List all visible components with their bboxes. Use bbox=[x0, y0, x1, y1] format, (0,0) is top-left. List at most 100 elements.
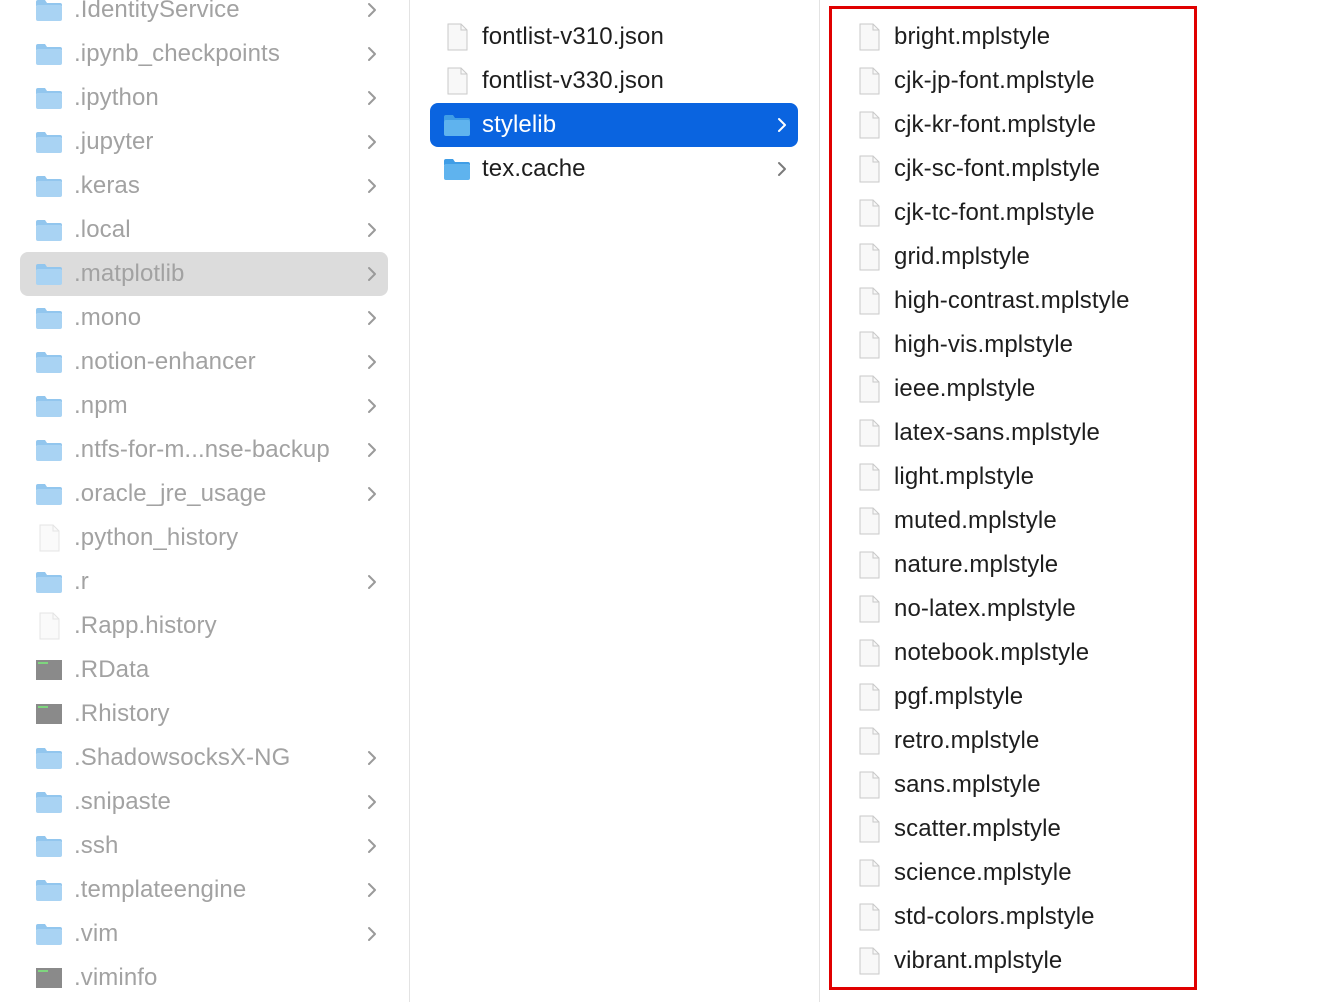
chevron-right-icon bbox=[362, 132, 382, 152]
item-label: .oracle_jre_usage bbox=[74, 480, 267, 507]
file-row[interactable]: muted.mplstyle bbox=[820, 499, 1330, 543]
folder-row[interactable]: .ntfs-for-m...nse-backup bbox=[20, 428, 388, 472]
terminal-exec-icon bbox=[34, 655, 64, 685]
file-row[interactable]: nature.mplstyle bbox=[820, 543, 1330, 587]
file-row[interactable]: std-colors.mplstyle bbox=[820, 895, 1330, 939]
chevron-right-icon bbox=[362, 396, 382, 416]
file-row[interactable]: cjk-tc-font.mplstyle bbox=[820, 191, 1330, 235]
column-matplotlib[interactable]: fontlist-v310.json fontlist-v330.json styl… bbox=[410, 0, 819, 1002]
folder-row[interactable]: .jupyter bbox=[20, 120, 388, 164]
item-label: high-vis.mplstyle bbox=[894, 331, 1074, 358]
file-row[interactable]: notebook.mplstyle bbox=[820, 631, 1330, 675]
file-row[interactable]: scatter.mplstyle bbox=[820, 807, 1330, 851]
file-row[interactable]: light.mplstyle bbox=[820, 455, 1330, 499]
folder-row[interactable]: .snipaste bbox=[20, 780, 388, 824]
document-icon bbox=[854, 154, 884, 184]
folder-row[interactable]: .notion-enhancer bbox=[20, 340, 388, 384]
item-label: high-contrast.mplstyle bbox=[894, 287, 1130, 314]
item-label: .snipaste bbox=[74, 788, 171, 815]
folder-row[interactable]: .local bbox=[20, 208, 388, 252]
document-icon bbox=[854, 66, 884, 96]
file-row[interactable]: retro.mplstyle bbox=[820, 719, 1330, 763]
chevron-right-icon bbox=[362, 176, 382, 196]
item-label: fontlist-v330.json bbox=[482, 67, 664, 94]
item-label: .ShadowsocksX-NG bbox=[74, 744, 291, 771]
item-label: .ntfs-for-m...nse-backup bbox=[74, 436, 330, 463]
file-row[interactable]: science.mplstyle bbox=[820, 851, 1330, 895]
folder-row[interactable]: .ipython bbox=[20, 76, 388, 120]
document-icon bbox=[854, 198, 884, 228]
document-icon bbox=[854, 550, 884, 580]
stylelib-file-list: bright.mplstyle cjk-jp-font.mplstyle cjk-k… bbox=[820, 15, 1330, 983]
document-icon bbox=[854, 770, 884, 800]
item-label: .notion-enhancer bbox=[74, 348, 256, 375]
file-row[interactable]: latex-sans.mplstyle bbox=[820, 411, 1330, 455]
folder-icon bbox=[34, 0, 64, 25]
file-row[interactable]: grid.mplstyle bbox=[820, 235, 1330, 279]
document-icon bbox=[854, 638, 884, 668]
item-label: fontlist-v310.json bbox=[482, 23, 664, 50]
item-label: .r bbox=[74, 568, 89, 595]
file-row[interactable]: ieee.mplstyle bbox=[820, 367, 1330, 411]
file-row[interactable]: no-latex.mplstyle bbox=[820, 587, 1330, 631]
document-icon bbox=[854, 726, 884, 756]
folder-row[interactable]: .ShadowsocksX-NG bbox=[20, 736, 388, 780]
folder-row[interactable]: .templateengine bbox=[20, 868, 388, 912]
matplotlib-file-list: fontlist-v310.json fontlist-v330.json styl… bbox=[410, 15, 819, 191]
folder-row[interactable]: .IdentityService bbox=[20, 0, 388, 32]
column-home[interactable]: .IdentityService .ipynb_checkpoints .ipyth… bbox=[0, 0, 409, 1002]
file-row[interactable]: bright.mplstyle bbox=[820, 15, 1330, 59]
chevron-right-icon bbox=[362, 748, 382, 768]
document-icon bbox=[854, 462, 884, 492]
file-row[interactable]: .Rapp.history bbox=[20, 604, 388, 648]
chevron-right-icon bbox=[362, 484, 382, 504]
item-label: .python_history bbox=[74, 524, 239, 551]
folder-icon bbox=[34, 567, 64, 597]
file-row[interactable]: cjk-sc-font.mplstyle bbox=[820, 147, 1330, 191]
file-row[interactable]: vibrant.mplstyle bbox=[820, 939, 1330, 983]
folder-row[interactable]: .ssh bbox=[20, 824, 388, 868]
column-stylelib[interactable]: bright.mplstyle cjk-jp-font.mplstyle cjk-k… bbox=[820, 0, 1330, 1002]
file-row[interactable]: pgf.mplstyle bbox=[820, 675, 1330, 719]
folder-row[interactable]: .vim bbox=[20, 912, 388, 956]
document-icon bbox=[442, 22, 472, 52]
folder-row[interactable]: .r bbox=[20, 560, 388, 604]
file-row[interactable]: sans.mplstyle bbox=[820, 763, 1330, 807]
folder-row[interactable]: .mono bbox=[20, 296, 388, 340]
file-row[interactable]: .Rhistory bbox=[20, 692, 388, 736]
folder-row[interactable]: tex.cache bbox=[430, 147, 798, 191]
folder-icon bbox=[34, 347, 64, 377]
item-label: latex-sans.mplstyle bbox=[894, 419, 1100, 446]
file-row[interactable]: fontlist-v310.json bbox=[430, 15, 798, 59]
item-label: retro.mplstyle bbox=[894, 727, 1040, 754]
file-row[interactable]: cjk-kr-font.mplstyle bbox=[820, 103, 1330, 147]
item-label: muted.mplstyle bbox=[894, 507, 1057, 534]
file-row[interactable]: .viminfo bbox=[20, 956, 388, 1000]
item-label: notebook.mplstyle bbox=[894, 639, 1090, 666]
folder-row[interactable]: .ipynb_checkpoints bbox=[20, 32, 388, 76]
folder-row[interactable]: .keras bbox=[20, 164, 388, 208]
folder-icon bbox=[34, 435, 64, 465]
file-row[interactable]: .python_history bbox=[20, 516, 388, 560]
document-icon bbox=[854, 22, 884, 52]
item-label: .jupyter bbox=[74, 128, 154, 155]
chevron-right-icon bbox=[362, 440, 382, 460]
file-row[interactable]: high-contrast.mplstyle bbox=[820, 279, 1330, 323]
folder-row[interactable]: stylelib bbox=[430, 103, 798, 147]
folder-row[interactable]: .oracle_jre_usage bbox=[20, 472, 388, 516]
folder-icon bbox=[34, 83, 64, 113]
file-row[interactable]: high-vis.mplstyle bbox=[820, 323, 1330, 367]
item-label: .npm bbox=[74, 392, 128, 419]
file-row[interactable]: fontlist-v330.json bbox=[430, 59, 798, 103]
folder-icon bbox=[34, 259, 64, 289]
item-label: no-latex.mplstyle bbox=[894, 595, 1076, 622]
file-row[interactable]: .RData bbox=[20, 648, 388, 692]
folder-row[interactable]: .npm bbox=[20, 384, 388, 428]
document-icon bbox=[442, 66, 472, 96]
item-label: std-colors.mplstyle bbox=[894, 903, 1095, 930]
file-row[interactable]: cjk-jp-font.mplstyle bbox=[820, 59, 1330, 103]
chevron-right-icon bbox=[362, 836, 382, 856]
folder-icon bbox=[442, 110, 472, 140]
folder-row[interactable]: .matplotlib bbox=[20, 252, 388, 296]
chevron-right-icon bbox=[362, 88, 382, 108]
